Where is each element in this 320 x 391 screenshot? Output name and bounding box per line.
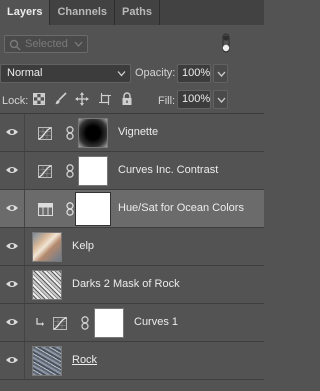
layer-name[interactable]: Curves 1 [134, 316, 178, 328]
divider [24, 304, 25, 341]
chevron-down-icon [117, 71, 126, 77]
layer-mask-thumbnail-selected[interactable] [75, 192, 111, 226]
layers-list: Vignette Curves Inc. Contrast Hue/Sat fo… [0, 114, 264, 380]
clipping-mask-arrow-icon [36, 318, 44, 326]
chevron-down-icon [217, 97, 226, 103]
curves-adjustment-icon[interactable] [38, 127, 52, 140]
link-chain-icon[interactable] [66, 126, 74, 140]
eye-icon[interactable] [5, 241, 19, 251]
filter-label: Selected [25, 38, 68, 50]
curves-adjustment-icon[interactable] [38, 165, 52, 178]
divider [24, 152, 25, 189]
layer-row-darks-2-mask-of-rock[interactable]: Darks 2 Mask of Rock [0, 266, 264, 304]
filter-row: Selected [0, 25, 264, 62]
lock-artboard-icon[interactable] [99, 93, 111, 105]
divider [24, 266, 25, 303]
layer-name[interactable]: Rock [72, 354, 97, 366]
blend-row: Normal Opacity: 100% [0, 62, 264, 86]
layer-row-kelp[interactable]: Kelp [0, 228, 264, 266]
opacity-dropdown-button[interactable] [213, 64, 228, 83]
link-chain-icon[interactable] [81, 316, 89, 330]
divider [24, 114, 25, 151]
lock-transparent-pixels-icon[interactable] [33, 93, 45, 105]
layer-row-rock[interactable]: Rock [0, 342, 264, 380]
layer-name[interactable]: Curves Inc. Contrast [118, 164, 218, 176]
layer-row-hue-sat-ocean-colors[interactable]: Hue/Sat for Ocean Colors [0, 190, 264, 228]
fill-label: Fill: [158, 95, 176, 107]
hue-saturation-adjustment-icon[interactable] [38, 203, 53, 216]
layer-name[interactable]: Darks 2 Mask of Rock [72, 278, 180, 290]
layer-mask-thumbnail[interactable] [78, 156, 108, 186]
layer-thumbnail[interactable] [32, 346, 62, 376]
layer-filter-dropdown[interactable]: Selected [4, 35, 88, 53]
divider [24, 190, 25, 227]
filter-toggle-switch[interactable] [222, 33, 230, 53]
layer-mask-thumbnail[interactable] [78, 118, 108, 148]
tab-layers[interactable]: Layers [0, 0, 51, 25]
layer-row-curves-inc-contrast[interactable]: Curves Inc. Contrast [0, 152, 264, 190]
blend-mode-dropdown[interactable]: Normal [0, 64, 131, 83]
layer-name[interactable]: Vignette [118, 126, 158, 138]
eye-icon[interactable] [5, 165, 19, 175]
tab-channels[interactable]: Channels [50, 0, 115, 25]
divider [24, 228, 25, 265]
eye-icon[interactable] [5, 355, 19, 365]
blend-mode-value: Normal [7, 67, 43, 79]
lock-position-move-icon[interactable] [75, 92, 89, 106]
panel-tab-bar: Layers Channels Paths [0, 0, 264, 25]
opacity-label: Opacity: [135, 67, 176, 79]
layer-thumbnail[interactable] [32, 232, 62, 262]
eye-icon[interactable] [5, 279, 19, 289]
layer-mask-thumbnail[interactable] [94, 308, 124, 338]
fill-input[interactable]: 100% [177, 90, 211, 109]
layer-name[interactable]: Kelp [72, 240, 94, 252]
eye-icon[interactable] [5, 127, 19, 137]
lock-all-icon[interactable] [121, 92, 133, 106]
layer-row-vignette[interactable]: Vignette [0, 114, 264, 152]
lock-row: Lock: Fill: 100% [0, 86, 264, 114]
divider [24, 342, 25, 379]
eye-icon[interactable] [5, 203, 19, 213]
curves-adjustment-icon[interactable] [53, 317, 67, 330]
lock-label: Lock: [2, 95, 29, 107]
search-icon [9, 39, 21, 51]
eye-icon[interactable] [5, 317, 19, 327]
link-chain-icon[interactable] [66, 202, 74, 216]
tab-paths[interactable]: Paths [115, 0, 160, 25]
layer-row-curves-1[interactable]: Curves 1 [0, 304, 264, 342]
link-chain-icon[interactable] [66, 164, 74, 178]
layer-name[interactable]: Hue/Sat for Ocean Colors [118, 202, 244, 214]
chevron-down-icon [74, 41, 83, 47]
layer-thumbnail[interactable] [32, 270, 62, 300]
chevron-down-icon [217, 71, 226, 77]
fill-dropdown-button[interactable] [213, 90, 228, 109]
opacity-input[interactable]: 100% [177, 64, 211, 83]
lock-image-pixels-brush-icon[interactable] [54, 92, 67, 105]
